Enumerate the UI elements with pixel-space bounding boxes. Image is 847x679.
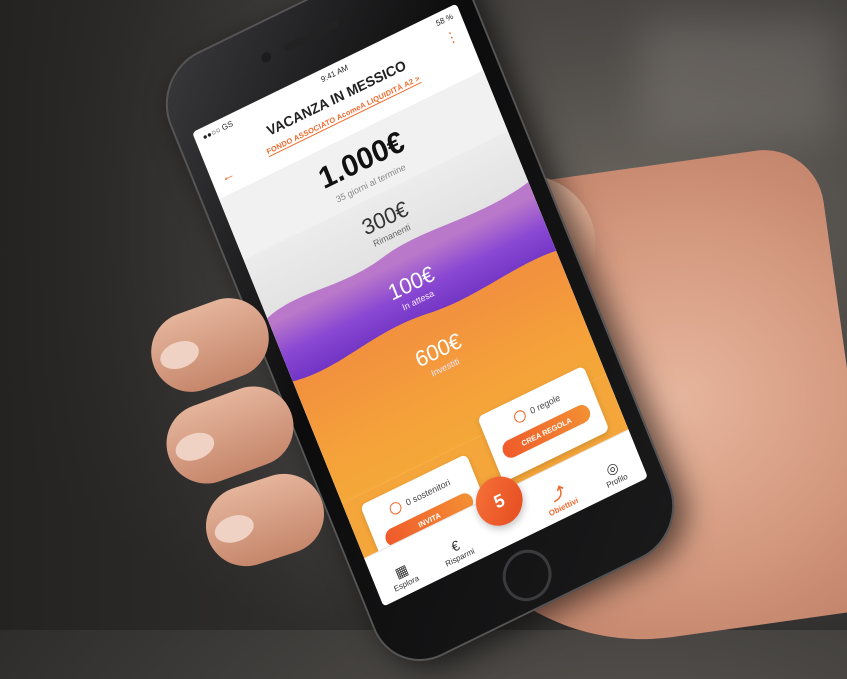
- back-arrow-icon[interactable]: ←: [218, 165, 237, 186]
- background-blur: [640, 20, 840, 140]
- rules-count: 0 regole: [528, 392, 562, 416]
- gear-icon: [512, 408, 528, 425]
- fingernail: [156, 335, 203, 375]
- fingernail: [171, 427, 219, 466]
- user-icon: [387, 500, 404, 517]
- fingernail: [211, 510, 258, 548]
